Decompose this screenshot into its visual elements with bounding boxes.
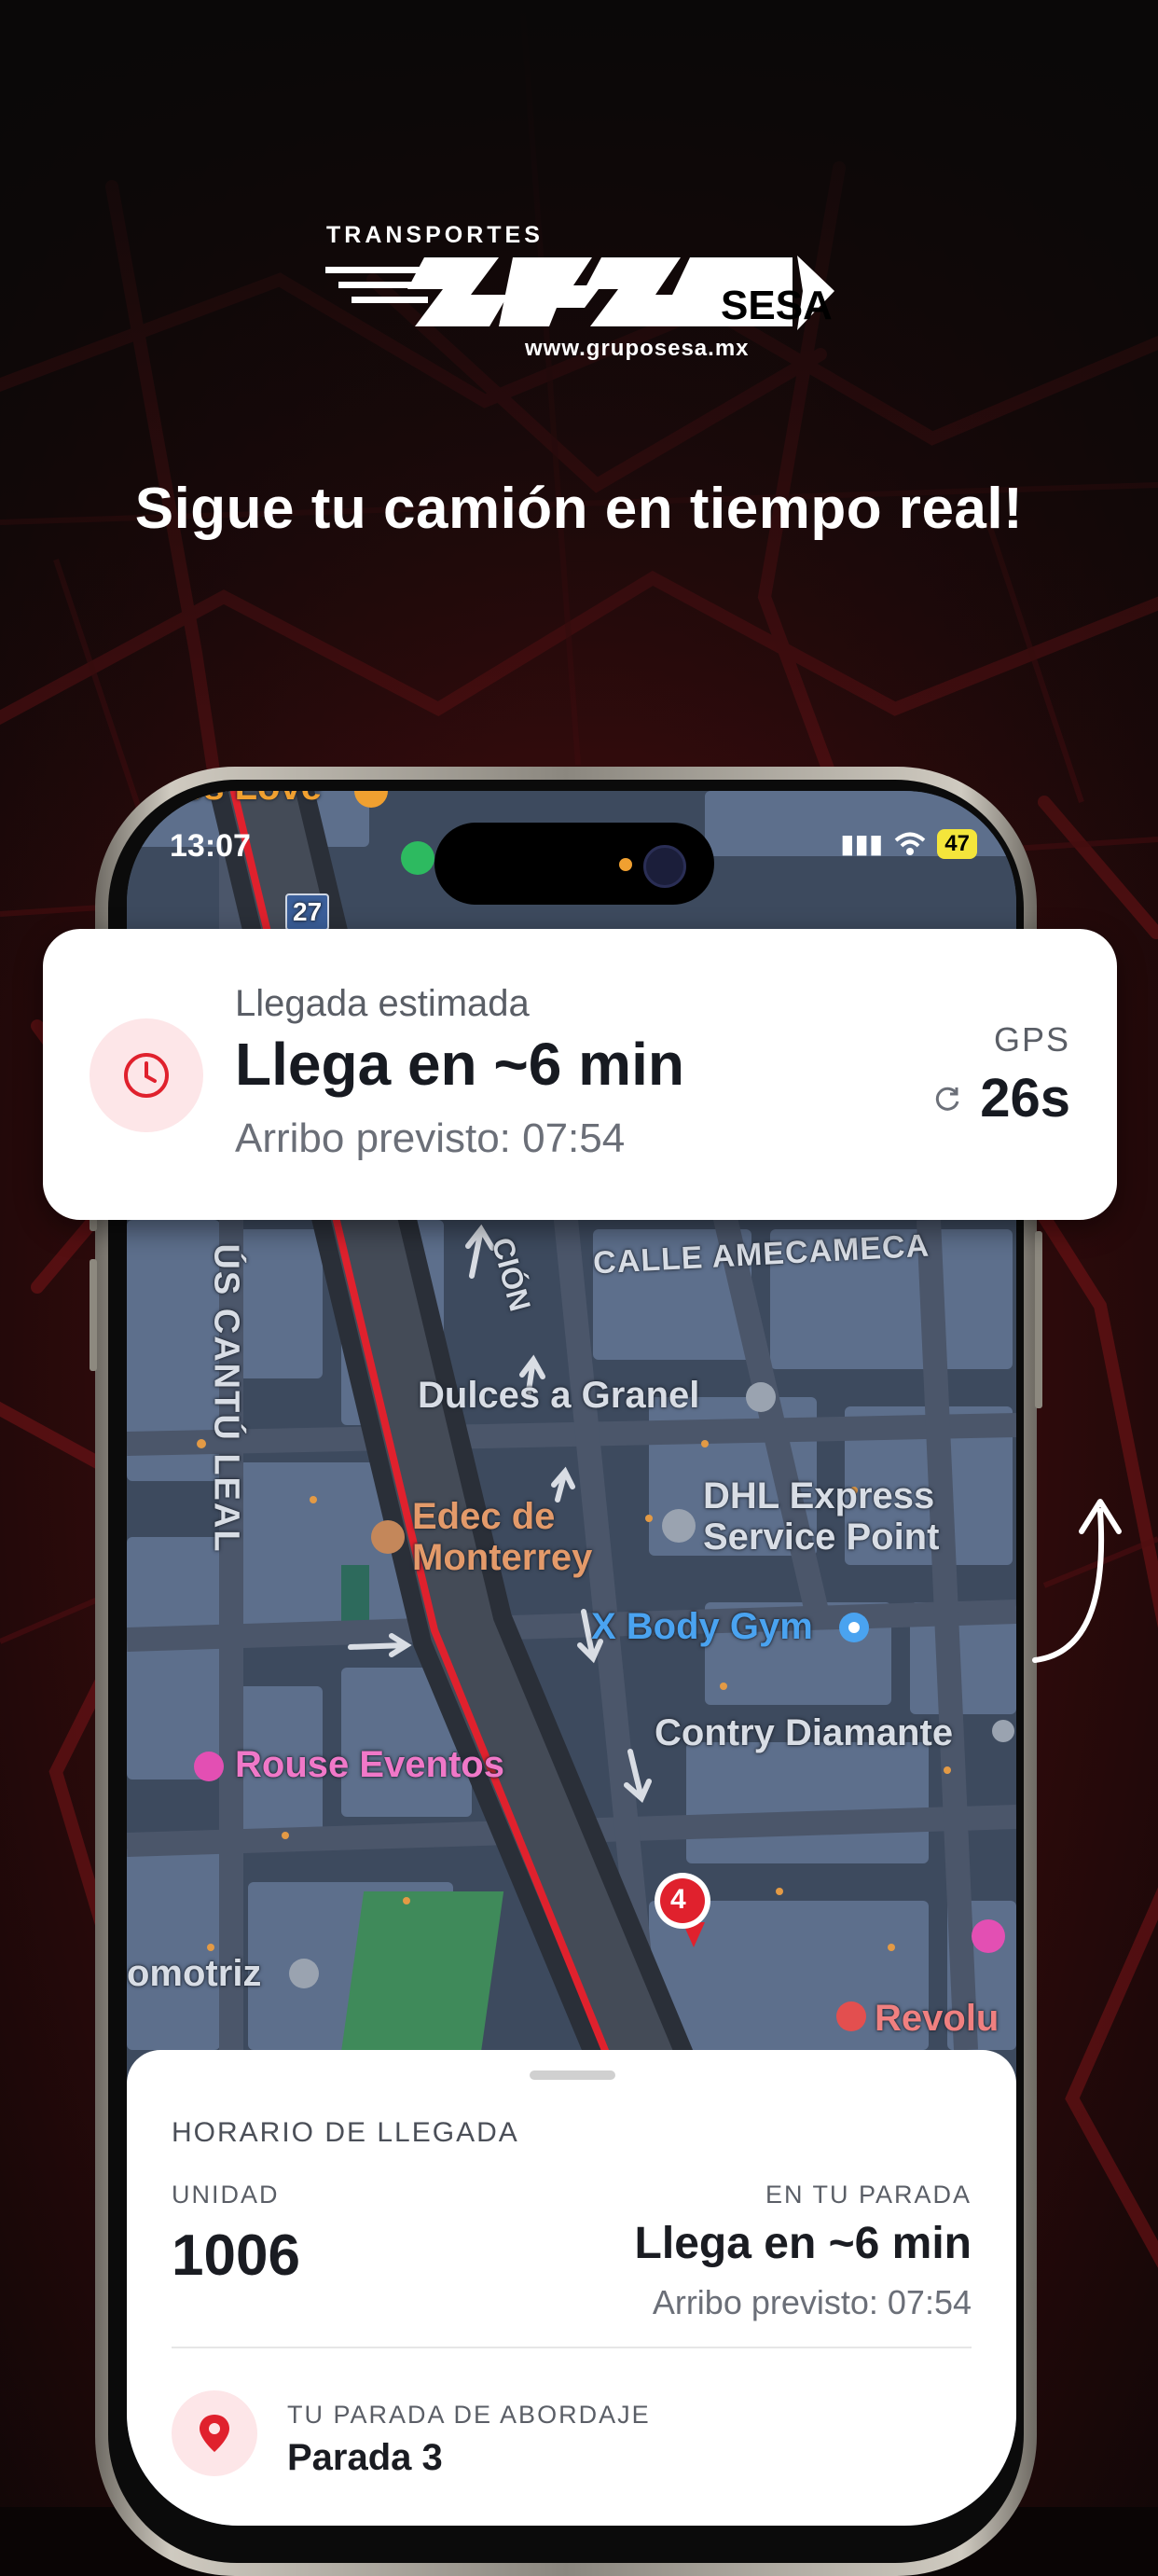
location-pin-icon xyxy=(200,2415,229,2452)
poi-label-dulces[interactable]: Dulces a Granel xyxy=(418,1375,699,1417)
phone-power-button xyxy=(1035,1231,1042,1408)
logo-url: www.gruposesa.mx xyxy=(525,336,750,361)
unit-value: 1006 xyxy=(172,2223,300,2288)
road-badge: 27 xyxy=(285,893,330,931)
logo-wordmark: SESA xyxy=(325,256,834,330)
logo-top-text: TRANSPORTES xyxy=(326,222,544,248)
cellular-signal-icon: ▮▮▮ xyxy=(840,829,884,858)
poi-label-contry[interactable]: Contry Diamante xyxy=(655,1712,953,1754)
car-icon[interactable] xyxy=(289,1959,319,1988)
map-label-top: es Love xyxy=(183,791,322,809)
graduation-cap-icon[interactable] xyxy=(371,1520,405,1554)
boarding-stop-value[interactable]: Parada 3 xyxy=(287,2437,443,2479)
poi-label-revolu[interactable]: Revolu xyxy=(875,1998,999,2040)
bus-marker-number: 4 xyxy=(670,1884,686,1915)
status-time: 13:07 xyxy=(170,828,251,864)
eta-label: Llegada estimada xyxy=(235,983,530,1024)
clock-icon xyxy=(124,1053,169,1098)
poi-dot-icon[interactable] xyxy=(662,1509,696,1543)
medical-icon[interactable] xyxy=(836,2001,866,2031)
poi-label-edec-1[interactable]: Edec de xyxy=(412,1496,555,1538)
unit-label: UNIDAD xyxy=(172,2181,280,2209)
sheet-heading: HORARIO DE LLEGADA xyxy=(172,2117,519,2148)
dynamic-island xyxy=(434,823,714,905)
stop-arrival: Arribo previsto: 07:54 xyxy=(652,2283,972,2321)
logo-wordmark-text: SESA xyxy=(721,283,833,328)
eta-arrival: Arribo previsto: 07:54 xyxy=(235,1115,626,1161)
stop-eta: Llega en ~6 min xyxy=(634,2219,972,2268)
boarding-stop-icon-wrap xyxy=(172,2390,257,2476)
gps-label: GPS xyxy=(993,1020,1070,1059)
bakery-icon[interactable] xyxy=(746,1382,776,1412)
eta-title: Llega en ~6 min xyxy=(235,1031,684,1098)
status-icons: ▮▮▮ 47 xyxy=(840,828,977,859)
privacy-dot-icon xyxy=(619,858,632,871)
camera-icon xyxy=(643,845,686,888)
street-label-cantu-leal: ÚS CANTÚ LEAL xyxy=(206,1243,246,1554)
runner-icon[interactable] xyxy=(401,841,434,875)
eta-clock-icon-wrap xyxy=(90,1018,203,1132)
poi-pink-icon[interactable] xyxy=(194,1752,224,1781)
arrival-bottom-sheet[interactable]: HORARIO DE LLEGADA UNIDAD 1006 EN TU PAR… xyxy=(127,2050,1016,2526)
gps-value: 26s xyxy=(980,1068,1070,1129)
gps-refresh-row[interactable]: 26s xyxy=(931,1067,1070,1129)
phone-volume-down-button xyxy=(90,1259,97,1371)
wifi-icon xyxy=(894,832,926,855)
eta-card[interactable]: Llegada estimada Llega en ~6 min Arribo … xyxy=(43,929,1117,1220)
poi-label-dhl-2[interactable]: Service Point xyxy=(703,1517,939,1558)
curved-arrow-icon xyxy=(1032,1499,1122,1663)
brand-logo: TRANSPORTES SESA www.gruposesa.mx xyxy=(322,222,844,371)
sheet-divider xyxy=(172,2347,972,2348)
poi-pink-icon-2[interactable] xyxy=(972,1919,1005,1953)
poi-label-rouse[interactable]: Rouse Eventos xyxy=(235,1744,504,1786)
boarding-stop-label: TU PARADA DE ABORDAJE xyxy=(287,2401,651,2429)
headline: Sigue tu camión en tiempo real! xyxy=(134,477,1024,541)
poi-dot-icon-2[interactable] xyxy=(992,1720,1014,1742)
poi-label-edec-2[interactable]: Monterrey xyxy=(412,1537,592,1579)
stop-label: EN TU PARADA xyxy=(765,2181,972,2209)
poi-label-dhl-1[interactable]: DHL Express xyxy=(703,1475,934,1517)
poi-label-automotriz[interactable]: omotriz xyxy=(127,1953,261,1995)
poi-label-gym[interactable]: X Body Gym xyxy=(591,1606,813,1648)
refresh-icon[interactable] xyxy=(931,1083,963,1115)
battery-indicator: 47 xyxy=(937,828,977,859)
sheet-grabber[interactable] xyxy=(530,2070,615,2080)
